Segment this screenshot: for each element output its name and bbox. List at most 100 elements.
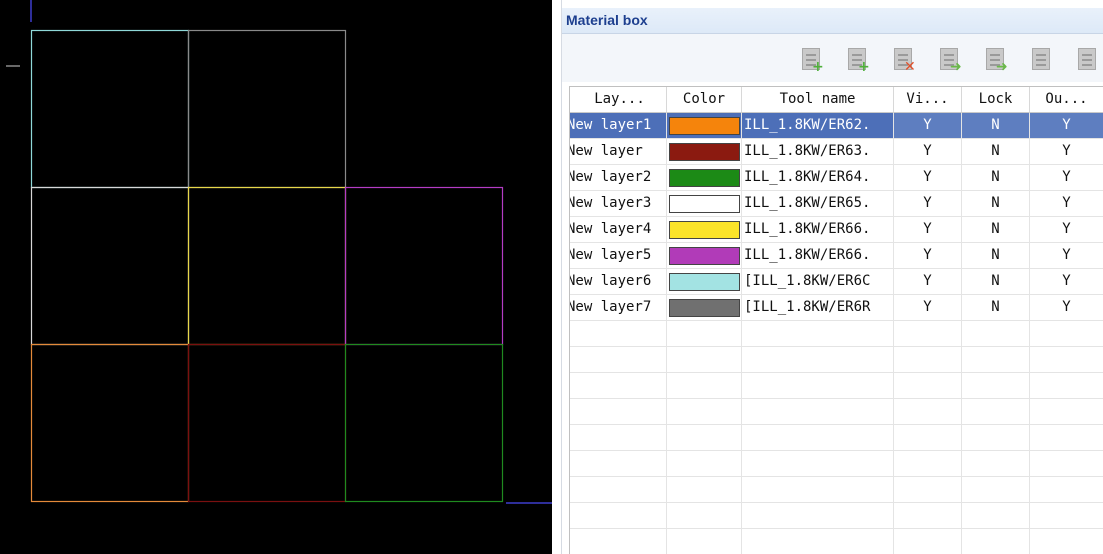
layer-color-cell[interactable] <box>667 269 742 295</box>
visible-cell[interactable]: Y <box>894 165 962 191</box>
column-header-tool-name[interactable]: Tool name <box>742 87 894 113</box>
empty-cell <box>742 373 894 399</box>
lock-cell[interactable]: N <box>962 139 1030 165</box>
output-cell[interactable]: Y <box>1030 191 1103 217</box>
color-swatch[interactable] <box>669 117 740 135</box>
layer-name-cell[interactable]: New layer3 <box>570 191 667 217</box>
column-header-visible[interactable]: Vi... <box>894 87 962 113</box>
output-cell[interactable]: Y <box>1030 217 1103 243</box>
color-swatch[interactable] <box>669 221 740 239</box>
layer-color-cell[interactable] <box>667 165 742 191</box>
output-cell[interactable]: Y <box>1030 165 1103 191</box>
layer-name-cell[interactable]: New layer5 <box>570 243 667 269</box>
layer-name-cell[interactable]: New layer6 <box>570 269 667 295</box>
lock-cell[interactable]: N <box>962 269 1030 295</box>
table-row[interactable]: New layer1 ILL_1.8KW/ER62. Y N Y <box>570 113 1103 139</box>
layer-color-cell[interactable] <box>667 139 742 165</box>
empty-cell <box>742 451 894 477</box>
empty-cell <box>667 321 742 347</box>
layer-name-cell[interactable]: New layer7 <box>570 295 667 321</box>
empty-cell <box>962 529 1030 554</box>
drawing-canvas[interactable] <box>0 0 552 554</box>
empty-row <box>570 503 1103 529</box>
lock-cell[interactable]: N <box>962 217 1030 243</box>
output-cell[interactable]: Y <box>1030 269 1103 295</box>
move-down-button[interactable]: ➜ <box>978 42 1012 76</box>
visible-cell[interactable]: Y <box>894 295 962 321</box>
table-row[interactable]: New layer5 ILL_1.8KW/ER66. Y N Y <box>570 243 1103 269</box>
table-row[interactable]: New layer6 [ILL_1.8KW/ER6C Y N Y <box>570 269 1103 295</box>
delete-layer-button[interactable]: ✕ <box>886 42 920 76</box>
color-swatch[interactable] <box>669 143 740 161</box>
color-swatch[interactable] <box>669 299 740 317</box>
empty-cell <box>962 399 1030 425</box>
lock-cell[interactable]: N <box>962 113 1030 139</box>
layer-name-cell[interactable]: New layer <box>570 139 667 165</box>
tool-name-cell[interactable]: ILL_1.8KW/ER62. <box>742 113 894 139</box>
document-icon <box>1032 48 1050 70</box>
output-cell[interactable]: Y <box>1030 113 1103 139</box>
column-header-color[interactable]: Color <box>667 87 742 113</box>
refresh-button[interactable] <box>1070 42 1103 76</box>
tool-name-cell[interactable]: ILL_1.8KW/ER66. <box>742 243 894 269</box>
layer-color-cell[interactable] <box>667 113 742 139</box>
add-layer-button[interactable]: + <box>794 42 828 76</box>
layer-name-cell[interactable]: New layer4 <box>570 217 667 243</box>
empty-cell <box>894 373 962 399</box>
panel-splitter[interactable] <box>552 0 562 554</box>
plus-icon: + <box>858 59 870 75</box>
visible-cell[interactable]: Y <box>894 191 962 217</box>
output-cell[interactable]: Y <box>1030 295 1103 321</box>
move-up-button[interactable]: ➜ <box>932 42 966 76</box>
properties-button[interactable] <box>1024 42 1058 76</box>
table-row[interactable]: New layer3 ILL_1.8KW/ER65. Y N Y <box>570 191 1103 217</box>
layer-color-cell[interactable] <box>667 295 742 321</box>
empty-cell <box>570 529 667 554</box>
layer-name-cell[interactable]: New layer2 <box>570 165 667 191</box>
layer-color-cell[interactable] <box>667 217 742 243</box>
table-row[interactable]: New layer4 ILL_1.8KW/ER66. Y N Y <box>570 217 1103 243</box>
table-row[interactable]: New layer ILL_1.8KW/ER63. Y N Y <box>570 139 1103 165</box>
tool-name-cell[interactable]: ILL_1.8KW/ER65. <box>742 191 894 217</box>
output-cell[interactable]: Y <box>1030 243 1103 269</box>
color-swatch[interactable] <box>669 273 740 291</box>
insert-layer-button[interactable]: + <box>840 42 874 76</box>
tool-name-cell[interactable]: ILL_1.8KW/ER63. <box>742 139 894 165</box>
empty-cell <box>667 347 742 373</box>
color-swatch[interactable] <box>669 247 740 265</box>
empty-cell <box>894 321 962 347</box>
output-cell[interactable]: Y <box>1030 139 1103 165</box>
visible-cell[interactable]: Y <box>894 269 962 295</box>
lock-cell[interactable]: N <box>962 191 1030 217</box>
lock-cell[interactable]: N <box>962 243 1030 269</box>
layer-rectangle <box>344 186 504 346</box>
visible-cell[interactable]: Y <box>894 139 962 165</box>
lock-cell[interactable]: N <box>962 165 1030 191</box>
table-row[interactable]: New layer2 ILL_1.8KW/ER64. Y N Y <box>570 165 1103 191</box>
empty-cell <box>962 425 1030 451</box>
empty-cell <box>1030 347 1103 373</box>
visible-cell[interactable]: Y <box>894 243 962 269</box>
color-swatch[interactable] <box>669 169 740 187</box>
layer-color-cell[interactable] <box>667 243 742 269</box>
column-header-output[interactable]: Ou... <box>1030 87 1103 113</box>
table-row[interactable]: New layer7 [ILL_1.8KW/ER6R Y N Y <box>570 295 1103 321</box>
empty-cell <box>1030 425 1103 451</box>
empty-row <box>570 529 1103 554</box>
tool-name-cell[interactable]: [ILL_1.8KW/ER6C <box>742 269 894 295</box>
visible-cell[interactable]: Y <box>894 217 962 243</box>
lock-cell[interactable]: N <box>962 295 1030 321</box>
empty-cell <box>742 347 894 373</box>
tool-name-cell[interactable]: [ILL_1.8KW/ER6R <box>742 295 894 321</box>
visible-cell[interactable]: Y <box>894 113 962 139</box>
column-header-layer[interactable]: Lay... <box>570 87 667 113</box>
layer-color-cell[interactable] <box>667 191 742 217</box>
empty-cell <box>894 451 962 477</box>
color-swatch[interactable] <box>669 195 740 213</box>
tool-name-cell[interactable]: ILL_1.8KW/ER66. <box>742 217 894 243</box>
table-header: Lay... Color Tool name Vi... Lock Ou... <box>570 87 1103 113</box>
tool-name-cell[interactable]: ILL_1.8KW/ER64. <box>742 165 894 191</box>
layer-name-cell[interactable]: New layer1 <box>570 113 667 139</box>
column-header-lock[interactable]: Lock <box>962 87 1030 113</box>
empty-cell <box>894 529 962 554</box>
